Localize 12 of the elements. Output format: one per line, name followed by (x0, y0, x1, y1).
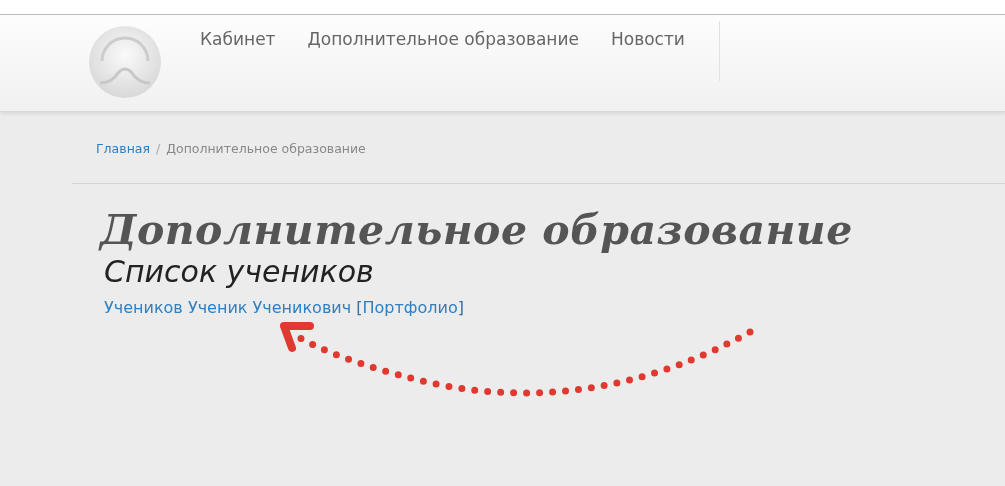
breadcrumb-current: Дополнительное образование (166, 141, 366, 156)
nav-link[interactable]: Дополнительное образование (291, 15, 595, 79)
nav-link[interactable]: Новости (594, 15, 701, 79)
nav-link[interactable]: Кабинет (184, 15, 292, 79)
breadcrumb-link[interactable]: Главная (96, 141, 150, 156)
portfolio-link[interactable]: Портфолио (362, 297, 458, 317)
student-entry: Учеников Ученик Ученикович [Портфолио] (104, 296, 465, 319)
student-link[interactable]: Учеников Ученик Ученикович (104, 297, 352, 317)
breadcrumb-separator: / (156, 141, 161, 156)
logo-icon[interactable] (88, 25, 162, 99)
section-title: Список учеников (104, 255, 375, 290)
page-title: Дополнительное образование (100, 208, 854, 254)
